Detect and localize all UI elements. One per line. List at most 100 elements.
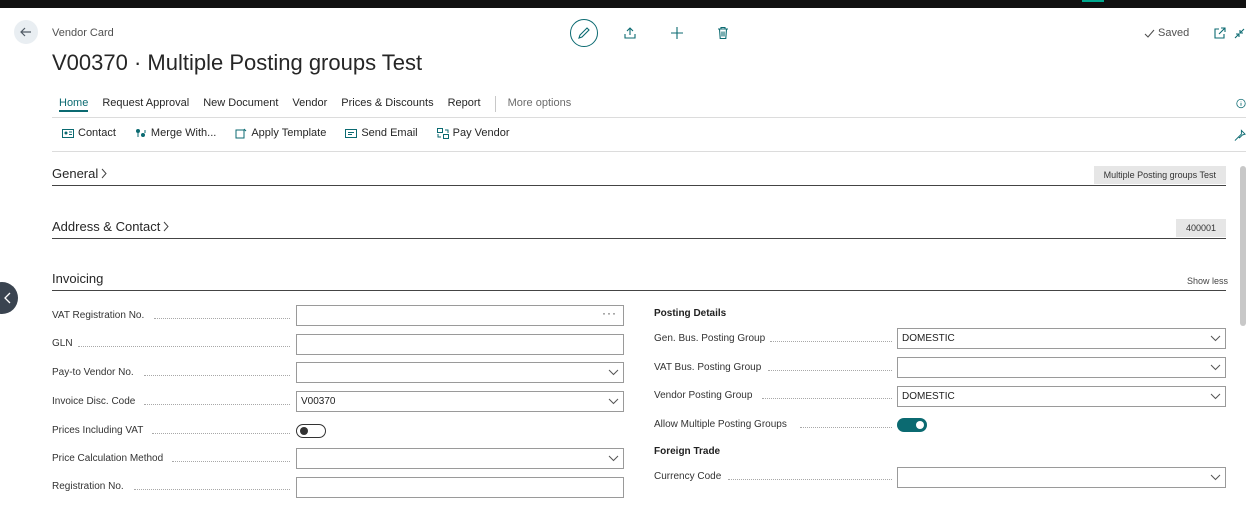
back-button[interactable] (14, 20, 38, 44)
chevron-down-icon (1210, 364, 1221, 371)
field-leader (800, 427, 892, 428)
send-email-action[interactable]: Send Email (345, 127, 418, 139)
field-leader (768, 370, 892, 371)
actions-divider (52, 151, 1246, 152)
gen-bus-posting-group-label: Gen. Bus. Posting Group (654, 333, 766, 344)
merge-icon (135, 128, 146, 137)
contact-action-label: Contact (78, 127, 116, 139)
field-leader (144, 404, 290, 405)
vat-registration-no-label: VAT Registration No. (52, 310, 145, 321)
share-button[interactable] (621, 24, 639, 42)
saved-label: Saved (1158, 27, 1190, 39)
action-bar: Contact Merge With... Apply Template Sen… (62, 127, 528, 139)
open-in-new-window-button[interactable] (1210, 24, 1228, 42)
menu-report[interactable]: Report (448, 97, 481, 112)
chevron-right-icon (101, 168, 107, 179)
allow-multiple-posting-groups-label: Allow Multiple Posting Groups (654, 419, 787, 430)
chevron-down-icon (608, 455, 619, 462)
gen-bus-posting-group-select[interactable]: DOMESTIC (897, 328, 1226, 349)
apply-template-action[interactable]: Apply Template (235, 127, 326, 139)
field-leader (152, 433, 290, 434)
collapse-button[interactable] (1232, 24, 1246, 42)
page-title: V00370 · Multiple Posting groups Test (52, 50, 423, 75)
merge-with-action[interactable]: Merge With... (135, 127, 216, 139)
prices-including-vat-label: Prices Including VAT (52, 425, 144, 436)
menu-separator (494, 96, 496, 112)
menu-vendor[interactable]: Vendor (292, 97, 327, 112)
saved-status: Saved (1144, 27, 1189, 39)
top-bar (0, 0, 1246, 8)
share-icon (624, 27, 636, 39)
collapse-panel-button[interactable] (0, 282, 18, 314)
price-calculation-method-label: Price Calculation Method (52, 453, 164, 464)
plus-icon (671, 27, 683, 39)
delete-button[interactable] (714, 24, 732, 42)
pin-button[interactable] (1234, 126, 1246, 144)
foreign-trade-title: Foreign Trade (654, 446, 721, 457)
pencil-icon (578, 27, 590, 39)
gen-bus-posting-group-value: DOMESTIC (902, 333, 955, 344)
open-in-new-window-icon (1213, 26, 1226, 39)
menu-request-approval[interactable]: Request Approval (102, 97, 189, 112)
menu-more-options[interactable]: More options (508, 97, 572, 112)
general-section-line (52, 185, 1226, 186)
pin-icon (1234, 128, 1246, 141)
action-menu: Home Request Approval New Document Vendo… (59, 96, 585, 112)
chevron-down-icon (608, 398, 619, 405)
chevron-right-icon (164, 221, 170, 232)
vat-bus-posting-group-select[interactable] (897, 357, 1226, 378)
registration-no-label: Registration No. (52, 481, 124, 492)
registration-no-input[interactable] (296, 477, 624, 498)
field-leader (762, 398, 892, 399)
address-section-line (52, 238, 1226, 239)
invoice-disc-code-value: V00370 (301, 396, 336, 407)
checkmark-icon (1144, 29, 1155, 38)
toggle-knob (300, 427, 308, 435)
invoice-disc-code-select[interactable]: V00370 (296, 391, 624, 412)
top-bar-accent (1082, 0, 1104, 2)
menu-divider (52, 117, 1246, 118)
collapse-icon (1234, 28, 1244, 38)
contact-card-icon (62, 128, 74, 138)
menu-prices-discounts[interactable]: Prices & Discounts (341, 97, 433, 112)
address-section-title: Address & Contact (52, 219, 161, 234)
invoicing-section-title: Invoicing (52, 271, 104, 286)
allow-multiple-posting-groups-toggle[interactable] (897, 418, 927, 432)
ellipsis-icon[interactable]: ··· (602, 304, 617, 323)
send-email-action-label: Send Email (361, 127, 418, 139)
field-leader (154, 318, 290, 319)
posting-details-title: Posting Details (654, 308, 727, 319)
currency-code-select[interactable] (897, 467, 1226, 488)
menu-new-document[interactable]: New Document (203, 97, 278, 112)
general-section-header[interactable]: General (52, 166, 108, 181)
gln-label: GLN (52, 338, 73, 349)
vat-bus-posting-group-label: VAT Bus. Posting Group (654, 362, 762, 373)
pay-vendor-action[interactable]: Pay Vendor (436, 127, 510, 139)
pay-vendor-action-label: Pay Vendor (452, 127, 510, 139)
invoicing-section-header[interactable]: Invoicing (52, 271, 103, 286)
payment-icon (436, 127, 449, 139)
info-button[interactable] (1236, 94, 1246, 112)
show-less-link[interactable]: Show less (1187, 276, 1228, 286)
vendor-posting-group-select[interactable]: DOMESTIC (897, 386, 1226, 407)
chevron-down-icon (1210, 393, 1221, 400)
edit-button[interactable] (570, 19, 598, 47)
contact-action[interactable]: Contact (62, 127, 116, 139)
address-summary-badge: 400001 (1175, 219, 1226, 237)
apply-template-action-label: Apply Template (251, 127, 327, 139)
address-section-header[interactable]: Address & Contact (52, 219, 170, 234)
prices-including-vat-toggle[interactable] (296, 424, 326, 438)
arrow-left-icon (20, 27, 31, 37)
pay-to-vendor-no-select[interactable] (296, 362, 624, 383)
field-leader (728, 479, 892, 480)
vertical-scrollbar[interactable] (1240, 166, 1246, 326)
new-button[interactable] (668, 24, 686, 42)
price-calculation-method-select[interactable] (296, 448, 624, 469)
gln-input[interactable] (296, 334, 624, 355)
field-leader (770, 341, 892, 342)
vat-registration-no-input[interactable]: ··· (296, 305, 624, 326)
menu-home[interactable]: Home (59, 97, 89, 112)
field-leader (78, 346, 290, 347)
field-leader (172, 461, 290, 462)
pay-to-vendor-no-label: Pay-to Vendor No. (52, 367, 134, 378)
